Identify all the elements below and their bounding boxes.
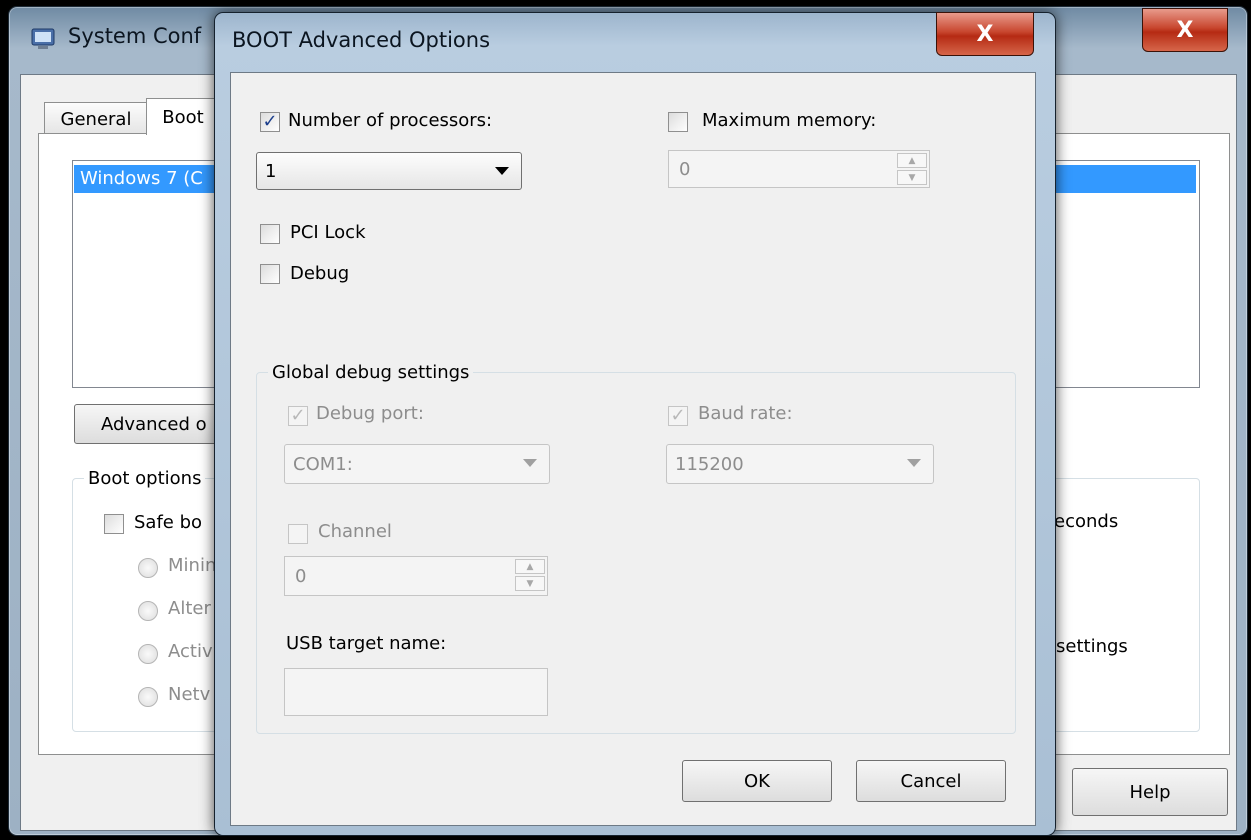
baud-rate-label: Baud rate: <box>698 403 793 424</box>
help-button[interactable]: Help <box>1072 768 1228 816</box>
msconfig-app-icon <box>31 28 55 49</box>
tab-boot[interactable]: Boot <box>146 98 220 135</box>
number-of-processors-dropdown[interactable]: 1 <box>256 152 522 190</box>
chevron-down-icon <box>523 459 537 467</box>
radio-network[interactable] <box>138 687 158 707</box>
channel-spinner[interactable]: ▲ ▼ <box>515 559 545 591</box>
radio-active-directory-label: Activ <box>168 641 213 662</box>
debug-port-dropdown[interactable]: COM1: <box>284 444 550 484</box>
radio-alternate-shell[interactable] <box>138 601 158 621</box>
ok-button[interactable]: OK <box>682 760 832 802</box>
debug-label: Debug <box>290 263 350 284</box>
arrow-down-icon[interactable]: ▼ <box>515 576 545 591</box>
radio-alternate-shell-label: Alter <box>168 598 211 619</box>
channel-checkbox[interactable] <box>288 524 308 544</box>
maximum-memory-checkbox[interactable] <box>668 112 688 132</box>
arrow-up-icon[interactable]: ▲ <box>897 153 927 168</box>
background-window-title: System Conf <box>68 24 202 48</box>
debug-checkbox[interactable] <box>260 264 280 284</box>
make-settings-permanent-label: settings <box>1056 636 1128 657</box>
usb-target-name-input[interactable] <box>284 668 548 716</box>
radio-active-directory[interactable] <box>138 644 158 664</box>
radio-network-label: Netv <box>168 684 211 705</box>
debug-port-value: COM1: <box>293 453 353 475</box>
safe-boot-label: Safe bo <box>134 512 203 533</box>
pci-lock-label: PCI Lock <box>290 222 366 243</box>
maximum-memory-spinner[interactable]: ▲ ▼ <box>897 153 927 185</box>
dialog-title: BOOT Advanced Options <box>232 28 491 52</box>
channel-value: 0 <box>295 565 307 587</box>
radio-minimal-label: Minin <box>168 555 217 576</box>
global-debug-settings-label: Global debug settings <box>268 362 474 383</box>
channel-label: Channel <box>318 521 392 542</box>
radio-minimal[interactable] <box>138 558 158 578</box>
baud-rate-value: 115200 <box>675 453 744 475</box>
number-of-processors-label: Number of processors: <box>288 110 493 131</box>
chevron-down-icon <box>495 167 509 175</box>
baud-rate-dropdown[interactable]: 115200 <box>666 444 934 484</box>
dialog-close-button[interactable]: X <box>936 12 1034 56</box>
cancel-button[interactable]: Cancel <box>856 760 1006 802</box>
baud-rate-checkbox[interactable] <box>668 406 688 426</box>
background-close-button[interactable]: X <box>1142 8 1228 52</box>
debug-port-checkbox[interactable] <box>288 406 308 426</box>
timeout-seconds-label: econds <box>1054 511 1119 532</box>
advanced-options-button[interactable]: Advanced o <box>74 404 234 444</box>
close-icon: X <box>1176 17 1194 43</box>
pci-lock-checkbox[interactable] <box>260 224 280 244</box>
close-icon: X <box>976 21 994 47</box>
boot-options-label: Boot options <box>84 468 206 489</box>
maximum-memory-label: Maximum memory: <box>702 110 877 131</box>
number-of-processors-checkbox[interactable] <box>260 112 280 132</box>
arrow-up-icon[interactable]: ▲ <box>515 559 545 574</box>
maximum-memory-input[interactable]: 0 ▲ ▼ <box>668 150 930 188</box>
safe-boot-checkbox[interactable] <box>104 514 124 534</box>
chevron-down-icon <box>907 459 921 467</box>
channel-input[interactable]: 0 ▲ ▼ <box>284 556 548 596</box>
tab-general[interactable]: General <box>44 102 148 135</box>
debug-port-label: Debug port: <box>316 403 424 424</box>
usb-target-name-label: USB target name: <box>286 633 447 654</box>
number-of-processors-value: 1 <box>265 160 277 182</box>
maximum-memory-value: 0 <box>679 158 691 180</box>
arrow-down-icon[interactable]: ▼ <box>897 170 927 185</box>
